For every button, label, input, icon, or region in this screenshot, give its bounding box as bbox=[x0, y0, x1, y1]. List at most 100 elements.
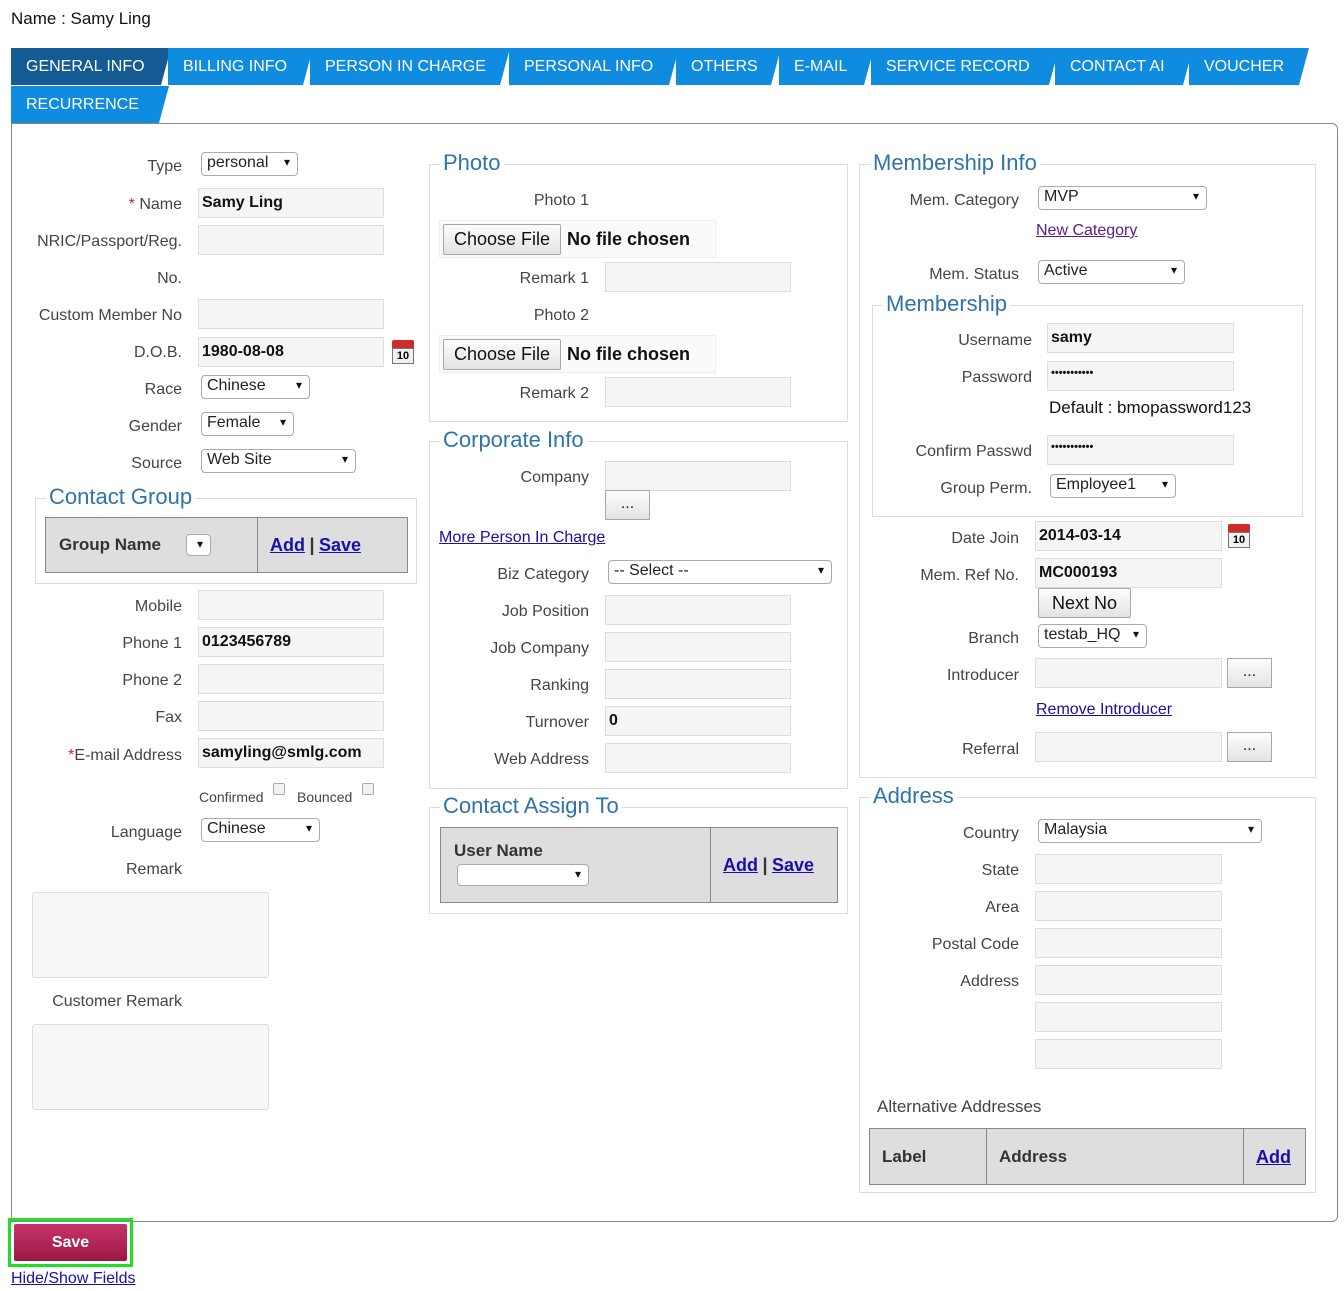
state-label: State bbox=[981, 862, 1019, 879]
next-no-button[interactable]: Next No bbox=[1038, 588, 1131, 618]
referral-lookup-button[interactable]: ... bbox=[1227, 732, 1272, 762]
job-company-input[interactable] bbox=[605, 632, 791, 662]
turnover-input[interactable]: 0 bbox=[605, 706, 791, 736]
remark-textarea[interactable] bbox=[32, 892, 269, 978]
address-label: Address bbox=[960, 973, 1019, 990]
tab-others[interactable]: OTHERS bbox=[676, 48, 781, 85]
alt-address-header: Address bbox=[999, 1147, 1068, 1166]
custom-member-input[interactable] bbox=[198, 299, 384, 329]
photo2-choose-file-button[interactable]: Choose File bbox=[443, 339, 561, 370]
photo1-label: Photo 1 bbox=[533, 192, 589, 209]
assign-save-link[interactable]: Save bbox=[772, 855, 814, 875]
referral-input[interactable] bbox=[1035, 732, 1222, 762]
tab-billing-info[interactable]: BILLING INFO bbox=[168, 48, 313, 85]
biz-category-select[interactable]: -- Select -- bbox=[608, 560, 832, 584]
contact-assign-fieldset: Contact Assign To User Name Add | Save bbox=[429, 794, 848, 914]
state-input[interactable] bbox=[1035, 854, 1222, 884]
remark1-label: Remark 1 bbox=[519, 270, 589, 287]
confirm-password-label: Confirm Passwd bbox=[915, 443, 1032, 460]
new-category-link[interactable]: New Category bbox=[1036, 222, 1137, 240]
branch-label: Branch bbox=[968, 630, 1019, 647]
fax-input[interactable] bbox=[198, 701, 384, 731]
assign-add-link[interactable]: Add bbox=[723, 855, 758, 875]
tab-personal-info[interactable]: PERSONAL INFO bbox=[509, 48, 679, 85]
language-select[interactable]: Chinese bbox=[201, 818, 320, 842]
group-name-header: Group Name bbox=[59, 535, 162, 554]
type-label: Type bbox=[147, 158, 182, 175]
tab-general-info[interactable]: GENERAL INFO bbox=[11, 48, 171, 85]
source-select[interactable]: Web Site bbox=[201, 449, 356, 473]
user-name-select[interactable] bbox=[457, 864, 589, 886]
photo1-choose-file-button[interactable]: Choose File bbox=[443, 224, 561, 255]
job-company-label: Job Company bbox=[490, 640, 589, 657]
race-select[interactable]: Chinese bbox=[201, 375, 310, 399]
job-position-input[interactable] bbox=[605, 595, 791, 625]
mem-status-select[interactable]: Active bbox=[1038, 260, 1185, 284]
phone2-input[interactable] bbox=[198, 664, 384, 694]
type-select[interactable]: personal bbox=[201, 152, 298, 176]
company-lookup-button[interactable]: ... bbox=[605, 490, 650, 520]
calendar-icon[interactable]: 10 bbox=[392, 340, 414, 364]
phone1-input[interactable]: 0123456789 bbox=[198, 627, 384, 657]
customer-remark-textarea[interactable] bbox=[32, 1024, 269, 1110]
turnover-label: Turnover bbox=[525, 714, 589, 731]
alt-address-add-link[interactable]: Add bbox=[1256, 1147, 1291, 1167]
confirmed-checkbox[interactable] bbox=[273, 783, 285, 795]
save-button[interactable]: Save bbox=[14, 1224, 127, 1261]
date-join-input[interactable]: 2014-03-14 bbox=[1035, 521, 1222, 551]
introducer-input[interactable] bbox=[1035, 658, 1222, 688]
photo1-file-input: Choose File No file chosen bbox=[439, 220, 716, 258]
ranking-input[interactable] bbox=[605, 669, 791, 699]
hide-show-fields-link[interactable]: Hide/Show Fields bbox=[11, 1270, 136, 1288]
source-label: Source bbox=[131, 455, 182, 472]
address-line3-input[interactable] bbox=[1035, 1039, 1222, 1069]
mobile-input[interactable] bbox=[198, 590, 384, 620]
nric-input[interactable] bbox=[198, 225, 384, 255]
fax-label: Fax bbox=[155, 709, 182, 726]
user-name-header: User Name bbox=[454, 841, 543, 860]
tab-contact-ai[interactable]: CONTACT AI bbox=[1055, 48, 1193, 85]
name-input[interactable]: Samy Ling bbox=[198, 188, 384, 218]
group-save-link[interactable]: Save bbox=[319, 535, 361, 555]
mem-category-select[interactable]: MVP bbox=[1038, 186, 1207, 210]
tab-recurrence[interactable]: RECURRENCE bbox=[11, 86, 169, 123]
remove-introducer-link[interactable]: Remove Introducer bbox=[1036, 701, 1172, 719]
introducer-lookup-button[interactable]: ... bbox=[1227, 658, 1272, 688]
web-address-input[interactable] bbox=[605, 743, 791, 773]
calendar-icon[interactable]: 10 bbox=[1228, 524, 1250, 548]
bounced-checkbox[interactable] bbox=[362, 783, 374, 795]
group-perm-select[interactable]: Employee1 bbox=[1050, 474, 1176, 498]
photo2-label: Photo 2 bbox=[533, 307, 589, 324]
membership-info-legend: Membership Info bbox=[870, 151, 1040, 175]
more-person-in-charge-link[interactable]: More Person In Charge bbox=[439, 529, 605, 547]
tab-voucher[interactable]: VOUCHER bbox=[1189, 48, 1309, 85]
area-label: Area bbox=[985, 899, 1019, 916]
referral-label: Referral bbox=[962, 741, 1019, 758]
username-input[interactable]: samy bbox=[1047, 323, 1234, 353]
email-input[interactable]: samyling@smlg.com bbox=[198, 738, 384, 768]
group-separator: | bbox=[309, 535, 315, 555]
area-input[interactable] bbox=[1035, 891, 1222, 921]
race-label: Race bbox=[144, 381, 182, 398]
language-label: Language bbox=[110, 824, 182, 841]
tab-email[interactable]: E-MAIL bbox=[779, 48, 874, 85]
branch-select[interactable]: testab_HQ bbox=[1038, 624, 1147, 648]
group-name-select[interactable] bbox=[186, 534, 211, 556]
remark1-input[interactable] bbox=[605, 262, 791, 292]
tab-service-record[interactable]: SERVICE RECORD bbox=[871, 48, 1059, 85]
remark2-input[interactable] bbox=[605, 377, 791, 407]
address-line1-input[interactable] bbox=[1035, 965, 1222, 995]
group-add-link[interactable]: Add bbox=[270, 535, 305, 555]
tab-person-in-charge[interactable]: PERSON IN CHARGE bbox=[310, 48, 510, 85]
gender-select[interactable]: Female bbox=[201, 412, 294, 436]
country-select[interactable]: Malaysia bbox=[1038, 819, 1262, 843]
mem-ref-input[interactable]: MC000193 bbox=[1035, 558, 1222, 588]
dob-input[interactable]: 1980-08-08 bbox=[198, 337, 384, 367]
postal-code-input[interactable] bbox=[1035, 928, 1222, 958]
address-line2-input[interactable] bbox=[1035, 1002, 1222, 1032]
company-input[interactable] bbox=[605, 461, 791, 491]
save-button-highlight: Save bbox=[8, 1218, 133, 1267]
mem-status-label: Mem. Status bbox=[929, 266, 1019, 283]
password-input[interactable]: ••••••••••• bbox=[1047, 361, 1234, 391]
confirm-password-input[interactable]: ••••••••••• bbox=[1047, 435, 1234, 465]
